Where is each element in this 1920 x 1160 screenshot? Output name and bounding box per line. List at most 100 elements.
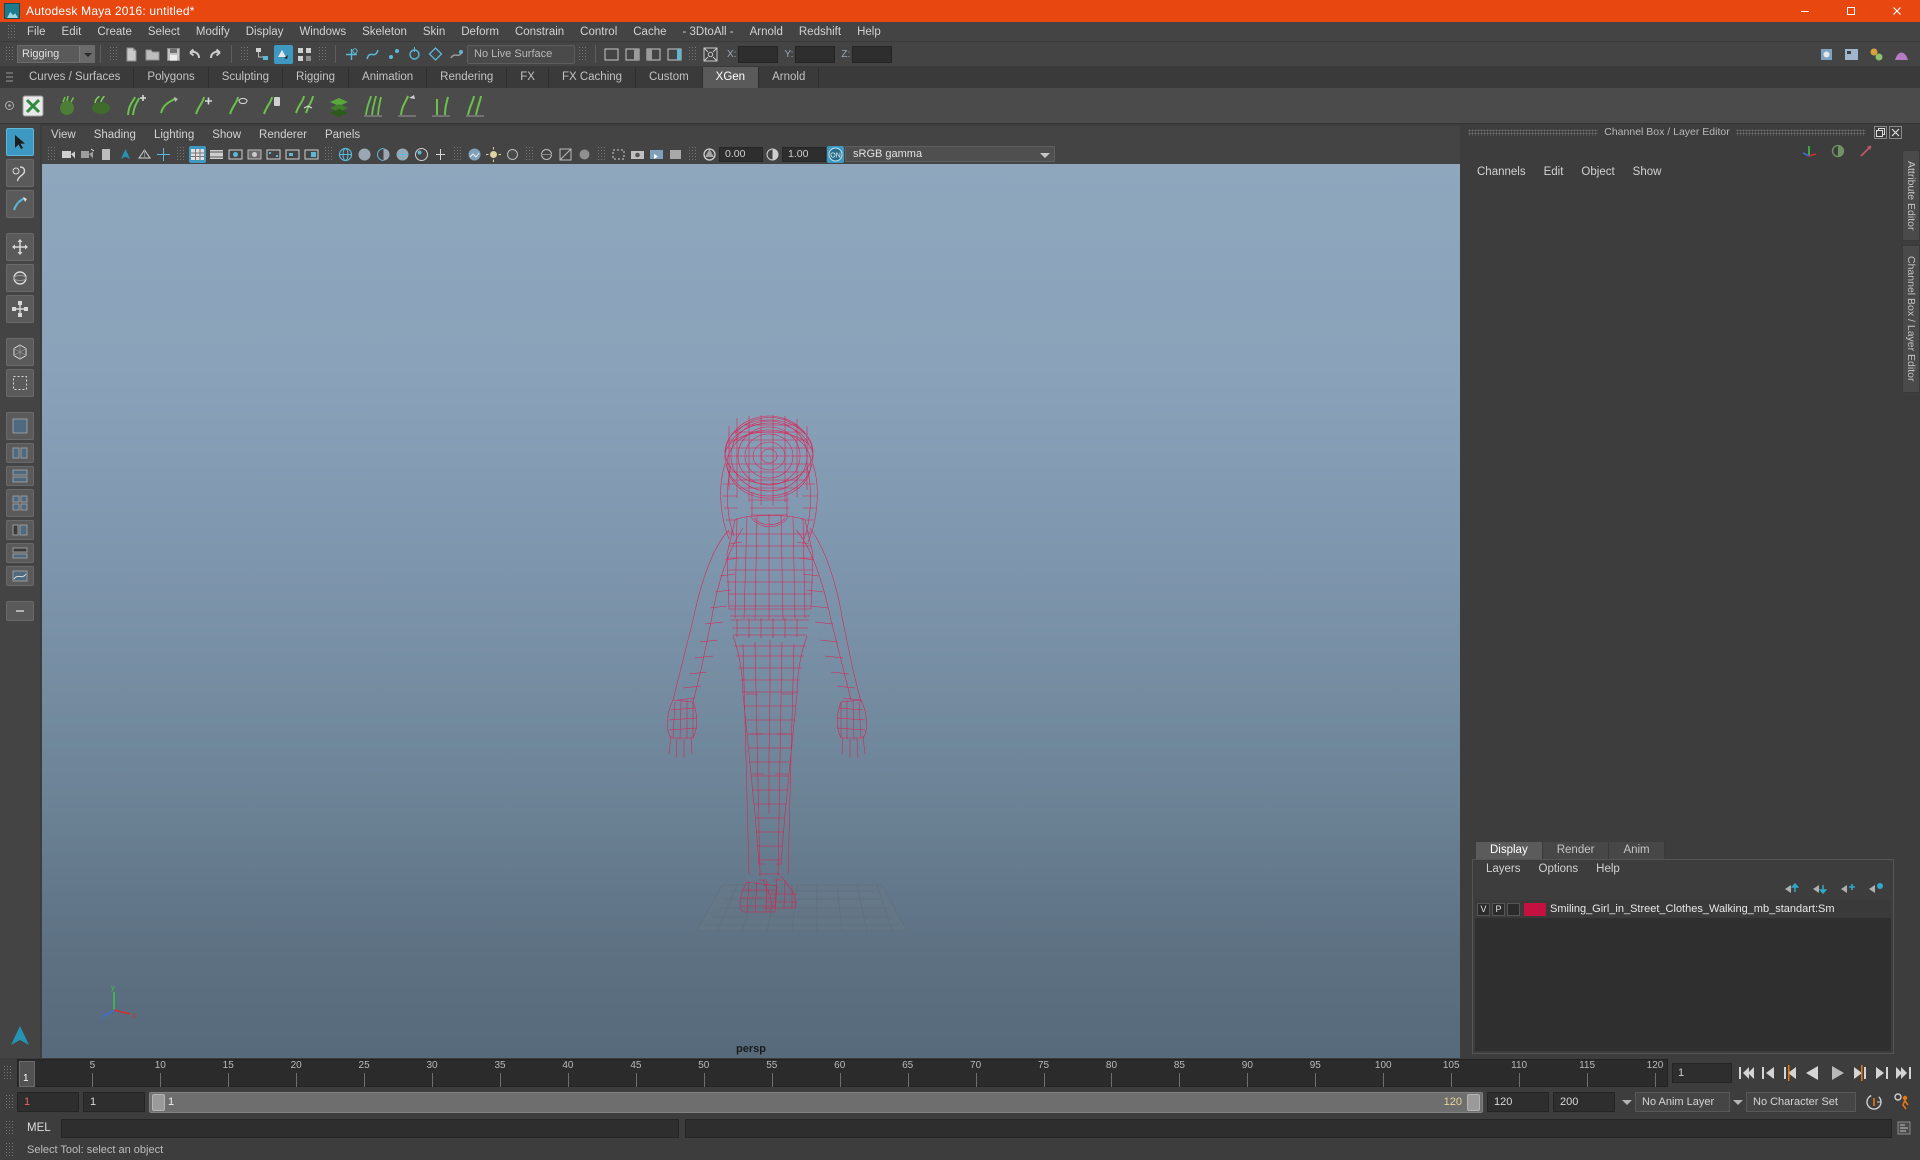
shelf-tab-rigging[interactable]: Rigging xyxy=(283,67,350,88)
paint-selection-tool-button[interactable] xyxy=(6,190,34,218)
gamma-icon[interactable] xyxy=(764,146,781,163)
xgen-density-brush-icon[interactable] xyxy=(188,91,218,121)
command-language-label[interactable]: MEL xyxy=(17,1122,61,1134)
hypershade-button[interactable] xyxy=(1867,45,1886,64)
coord-x-input[interactable] xyxy=(738,45,779,63)
redo-button[interactable] xyxy=(206,45,225,64)
script-editor-icon[interactable] xyxy=(1896,1120,1920,1136)
menu-file[interactable]: File xyxy=(19,22,54,42)
camera-attributes-icon[interactable] xyxy=(98,146,115,163)
xgen-layers-icon[interactable] xyxy=(324,91,354,121)
viewport-toolbar-handle-2[interactable] xyxy=(176,146,185,162)
menu-skeleton[interactable]: Skeleton xyxy=(354,22,415,42)
xgen-preview-icon[interactable] xyxy=(460,91,490,121)
toolbox-more-button[interactable] xyxy=(6,601,34,621)
viewport-menu-lighting[interactable]: Lighting xyxy=(145,129,203,141)
statusline-drag-handle-2[interactable] xyxy=(109,46,118,62)
xgen-sphere-description-icon[interactable] xyxy=(52,91,82,121)
time-slider-handle[interactable] xyxy=(3,1065,12,1081)
close-button[interactable] xyxy=(1874,0,1920,22)
shelf-tab-fx[interactable]: FX xyxy=(507,67,549,88)
xgen-guides-icon[interactable] xyxy=(358,91,388,121)
snap-to-point-button[interactable] xyxy=(384,45,403,64)
show-hide-editors-button[interactable] xyxy=(602,45,621,64)
layout-two-pane-side-button[interactable] xyxy=(6,443,34,463)
select-camera-icon[interactable] xyxy=(60,146,77,163)
channelbox-menu-channels[interactable]: Channels xyxy=(1468,166,1535,178)
layer-list[interactable]: V P Smiling_Girl_in_Street_Clothes_Walki… xyxy=(1475,900,1891,1051)
resolution-gate-icon[interactable] xyxy=(227,146,244,163)
statusline-drag-handle-3[interactable] xyxy=(240,46,249,62)
layout-two-pane-stacked-button[interactable] xyxy=(6,466,34,486)
time-slider-track[interactable]: 1 5 10 15 20 25 30 35 40 45 50 55 60 65 70 75 80 85 90 95 1… xyxy=(17,1059,1668,1087)
save-scene-button[interactable] xyxy=(164,45,183,64)
motion-blur-icon[interactable] xyxy=(538,146,555,163)
viewport-menu-shading[interactable]: Shading xyxy=(85,129,145,141)
scale-tool-button[interactable] xyxy=(6,295,34,323)
new-layer-icon[interactable] xyxy=(1840,882,1857,895)
color-management-toggle[interactable]: ON xyxy=(827,145,844,163)
bookmark-view-icon[interactable] xyxy=(117,146,134,163)
coord-y-input[interactable] xyxy=(795,45,836,63)
grid-toggle-icon[interactable] xyxy=(189,145,206,163)
channelbox-menu-object[interactable]: Object xyxy=(1572,166,1623,178)
xgen-add-grooming-icon[interactable] xyxy=(120,91,150,121)
anim-layer-selector[interactable]: No Anim Layer xyxy=(1635,1092,1730,1112)
snap-to-projected-center-button[interactable] xyxy=(405,45,424,64)
shelf-tab-sculpting[interactable]: Sculpting xyxy=(208,67,284,88)
smooth-shade-selected-icon[interactable] xyxy=(375,146,392,163)
new-layer-from-selected-icon[interactable] xyxy=(1868,882,1885,895)
lasso-tool-button[interactable] xyxy=(6,159,34,187)
layer-playback-toggle[interactable]: P xyxy=(1492,902,1505,916)
step-back-frame-icon[interactable] xyxy=(1780,1063,1800,1083)
layers-menu-options[interactable]: Options xyxy=(1530,863,1588,875)
undo-button[interactable] xyxy=(185,45,204,64)
layout-persp-graph-button[interactable] xyxy=(6,566,34,586)
wireframe-on-shaded-icon[interactable] xyxy=(394,146,411,163)
viewport-toolbar-handle-4[interactable] xyxy=(453,146,462,162)
menu-help[interactable]: Help xyxy=(849,22,889,42)
current-time-indicator[interactable]: 1 xyxy=(19,1061,35,1087)
shelf-tab-fx-caching[interactable]: FX Caching xyxy=(548,67,637,88)
half-circle-icon[interactable] xyxy=(1830,143,1846,159)
viewport-toolbar-handle-5[interactable] xyxy=(525,146,534,162)
menu-deform[interactable]: Deform xyxy=(453,22,507,42)
diagonal-arrow-icon[interactable] xyxy=(1858,143,1874,159)
xgen-comb-brush-icon[interactable] xyxy=(154,91,184,121)
show-hide-attribute-editor-button[interactable] xyxy=(623,45,642,64)
go-to-end-icon[interactable] xyxy=(1894,1063,1914,1083)
menu-cache[interactable]: Cache xyxy=(625,22,674,42)
viewport-render-icon[interactable] xyxy=(648,146,665,163)
select-by-object-type-button[interactable] xyxy=(274,44,293,64)
help-line-handle[interactable] xyxy=(5,1142,14,1158)
viewport-menu-view[interactable]: View xyxy=(42,129,85,141)
lock-camera-icon[interactable] xyxy=(79,146,96,163)
open-scene-button[interactable] xyxy=(143,45,162,64)
xgen-editor-icon[interactable] xyxy=(18,91,48,121)
shelf-tab-curves-surfaces[interactable]: Curves / Surfaces xyxy=(16,67,135,88)
menu-constrain[interactable]: Constrain xyxy=(507,22,572,42)
move-layer-down-icon[interactable] xyxy=(1812,882,1829,895)
viewport-menu-renderer[interactable]: Renderer xyxy=(250,129,316,141)
exposure-input[interactable]: 0.00 xyxy=(719,146,763,162)
step-back-keyframe-icon[interactable] xyxy=(1758,1063,1778,1083)
character-set-dropdown-arrow[interactable] xyxy=(1730,1092,1746,1112)
isolate-select-icon[interactable] xyxy=(610,146,627,163)
viewport-menu-panels[interactable]: Panels xyxy=(316,129,369,141)
menu-set-selector[interactable]: Rigging xyxy=(17,45,95,63)
menu-control[interactable]: Control xyxy=(572,22,625,42)
shelf-tab-polygons[interactable]: Polygons xyxy=(134,67,209,88)
layers-menu-help[interactable]: Help xyxy=(1587,863,1629,875)
close-panel-button[interactable] xyxy=(1889,125,1902,139)
xray-toggle-icon[interactable] xyxy=(265,146,282,163)
play-backwards-icon[interactable] xyxy=(1802,1063,1824,1083)
viewport-settings-icon[interactable] xyxy=(667,146,684,163)
layout-four-pane-button[interactable] xyxy=(6,489,34,517)
layout-hypershade-persp-button[interactable] xyxy=(6,543,34,563)
shelf-options-icon[interactable] xyxy=(2,95,16,117)
two-d-pan-zoom-icon[interactable] xyxy=(155,146,172,163)
minimize-button[interactable] xyxy=(1782,0,1828,22)
menu-3dtoall[interactable]: - 3DtoAll - xyxy=(675,22,742,42)
shelf-tab-arnold[interactable]: Arnold xyxy=(759,67,820,88)
xgen-clump-brush-icon[interactable] xyxy=(256,91,286,121)
